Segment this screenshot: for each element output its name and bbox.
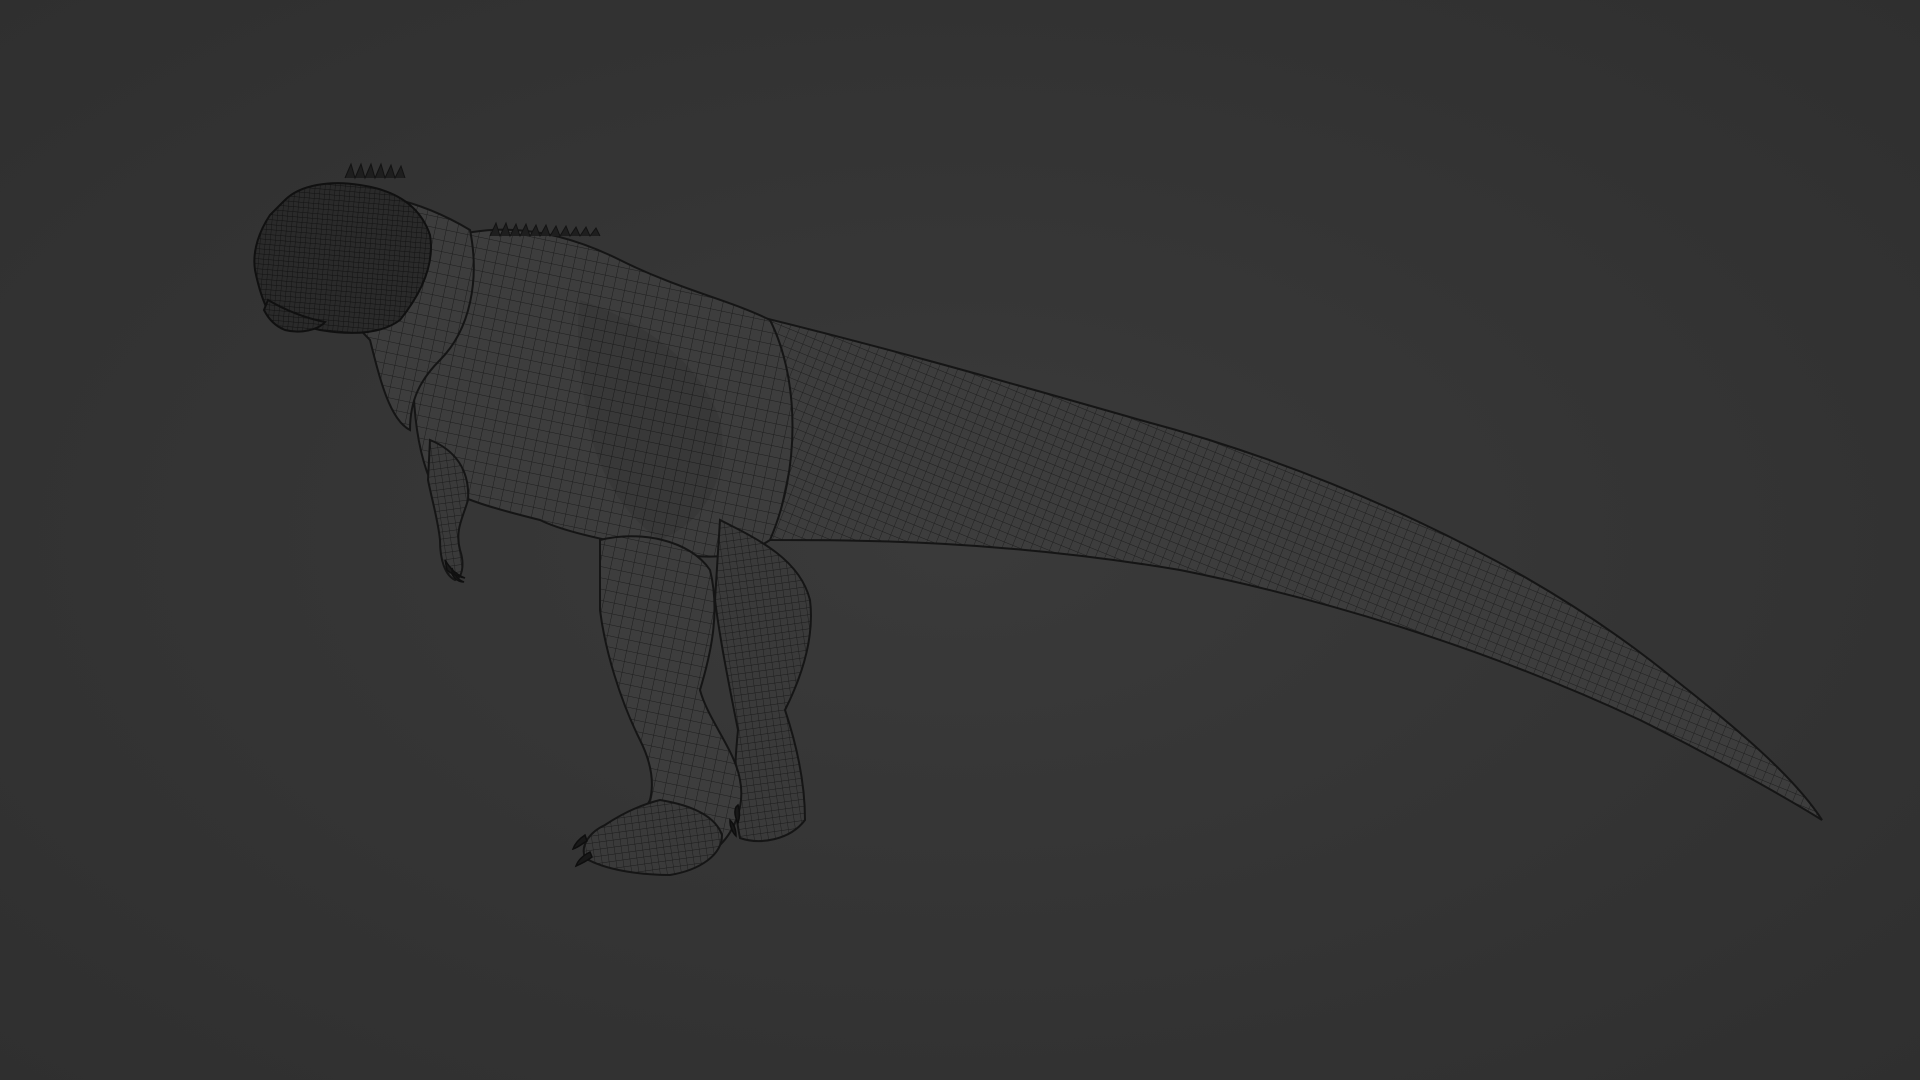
dinosaur-model[interactable] <box>253 162 1823 877</box>
wireframe-render <box>253 162 1823 877</box>
tail-mesh <box>688 298 1823 821</box>
3d-viewport[interactable] <box>0 0 1920 1080</box>
